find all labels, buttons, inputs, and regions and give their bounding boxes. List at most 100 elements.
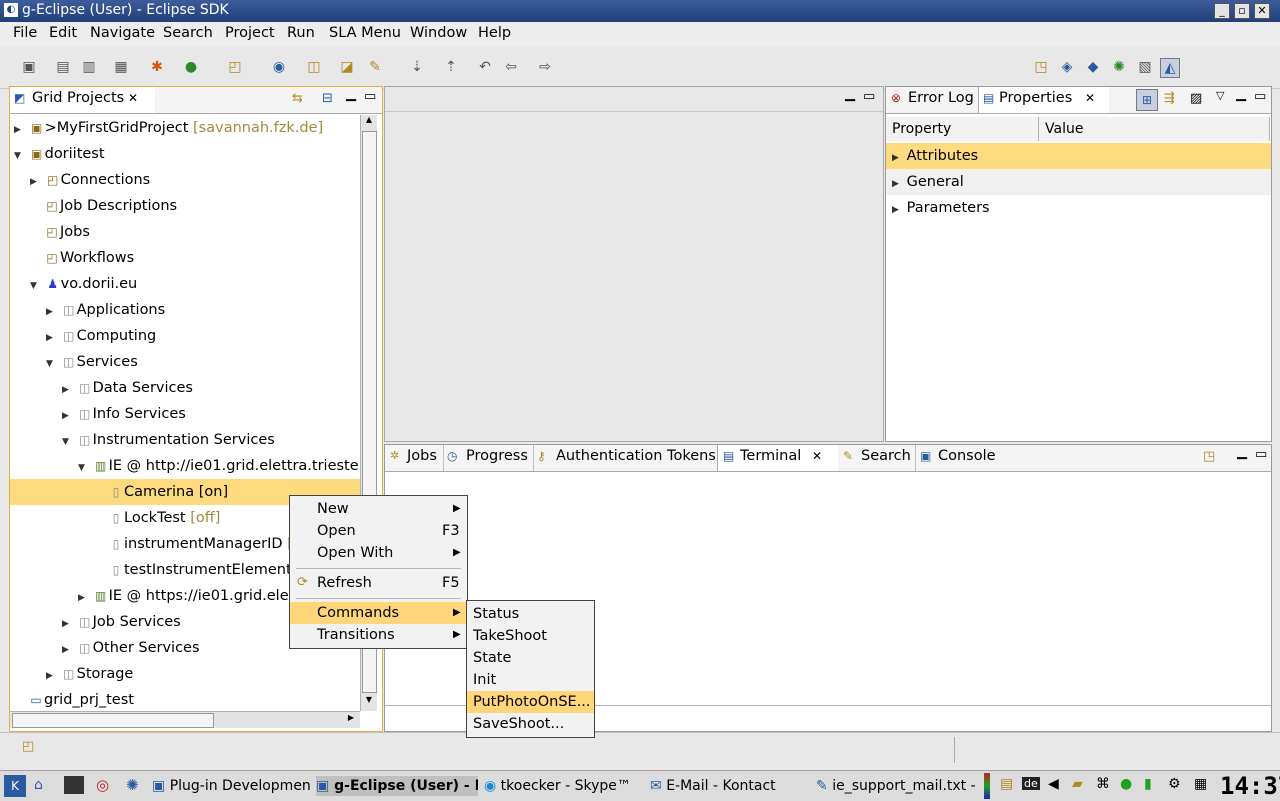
submenu-item-status[interactable]: Status — [467, 603, 594, 625]
wand-icon[interactable]: ✎ — [366, 58, 384, 76]
column-property[interactable]: Property — [886, 117, 1039, 141]
tab-properties[interactable]: ▤ Properties ✕ — [978, 87, 1109, 113]
task-kontact[interactable]: ✉ E-Mail - Kontact — [650, 776, 810, 796]
tree-item[interactable]: ▼ ◫ Services — [46, 349, 138, 375]
close-icon[interactable]: ✕ — [1085, 91, 1095, 105]
open-terminal-icon[interactable]: ◳ — [1203, 449, 1215, 464]
minimize-view-icon[interactable]: ▁ — [1236, 87, 1246, 102]
open-perspective-icon[interactable]: ◳ — [1032, 58, 1050, 76]
folder-open-icon[interactable]: ◪ — [338, 58, 356, 76]
tab-terminal[interactable]: ▤ Terminal ✕ — [717, 445, 838, 471]
terminal-launcher-icon[interactable] — [64, 776, 84, 794]
property-row-attributes[interactable]: ▶ Attributes — [886, 143, 1271, 169]
tab-grid-projects[interactable]: ◩ Grid Projects ✕ — [10, 87, 155, 113]
klipper-icon[interactable]: ▤ — [1000, 776, 1013, 792]
tree-item[interactable]: ▯instrumentManagerID [o — [108, 531, 302, 557]
menu-project[interactable]: Project — [225, 25, 275, 41]
tree-item[interactable]: ▼ ▥ IE @ http://ie01.grid.elettra.trieste… — [78, 453, 360, 479]
perspective-user-icon[interactable]: ◈ — [1058, 58, 1076, 76]
save-icon[interactable]: ▤ — [54, 58, 72, 76]
tab-error-log[interactable]: ⊗ Error Log — [886, 87, 978, 113]
tree-item[interactable]: ▶ ▥ IE @ https://ie01.grid.elett — [78, 583, 300, 609]
tree-item[interactable]: ◰ Jobs — [44, 219, 90, 245]
maximize-editor-icon[interactable]: ▭ — [863, 89, 875, 104]
new-icon[interactable]: ▣ — [20, 58, 38, 76]
menu-search[interactable]: Search — [163, 25, 213, 41]
globe-icon[interactable]: ◉ — [270, 58, 288, 76]
open-type-icon[interactable]: ◰ — [226, 58, 244, 76]
view-menu-icon[interactable]: ▽ — [1216, 89, 1224, 102]
menu-run[interactable]: Run — [287, 25, 315, 41]
task-g-eclipse[interactable]: ▣ g-Eclipse (User) - Ec — [316, 776, 478, 796]
print-icon[interactable]: ▥ — [80, 58, 98, 76]
restore-default-icon[interactable]: ▨ — [1190, 91, 1202, 106]
perspective-grid-icon[interactable]: ◭ — [1160, 58, 1180, 78]
column-value[interactable]: Value — [1039, 117, 1270, 141]
menu-item-new[interactable]: New ▶ — [290, 498, 467, 520]
submenu-item-state[interactable]: State — [467, 647, 594, 669]
maximize-view-icon[interactable]: ▭ — [1254, 89, 1266, 104]
tab-authentication-tokens[interactable]: ⚷ Authentication Tokens — [533, 445, 718, 471]
status-ok-icon[interactable]: ● — [1120, 776, 1132, 792]
minimize-button[interactable]: _ — [1214, 3, 1230, 19]
tree-item[interactable]: ▯ testInstrumentElement — [108, 557, 292, 583]
tree-item[interactable]: ▶ ▣ >MyFirstGridProject [savannah.fzk.de] — [14, 115, 323, 141]
horizontal-scrollbar[interactable]: ▶ — [10, 711, 360, 728]
home-icon[interactable]: ⌂ — [34, 777, 43, 793]
run-icon[interactable]: ● — [182, 58, 200, 76]
tree-item[interactable]: ▼ ◫ Instrumentation Services — [62, 427, 275, 453]
minimize-editor-icon[interactable]: ▁ — [845, 87, 855, 102]
tree-item[interactable]: ◰ Workflows — [44, 245, 134, 271]
task-skype[interactable]: ◉ tkoecker - Skype™ — [484, 776, 642, 796]
task-kate[interactable]: ✎ ie_support_mail.txt - K — [816, 776, 976, 796]
clipboard-icon[interactable]: ▦ — [1194, 776, 1207, 792]
maximize-view-icon[interactable]: ▭ — [1255, 447, 1267, 462]
menu-item-open[interactable]: Open F3 — [290, 520, 467, 542]
keyboard-layout[interactable]: de — [1022, 777, 1040, 790]
tab-search[interactable]: ✎ Search — [841, 445, 913, 471]
task-plugin-development[interactable]: ▣ Plug-in Development — [152, 776, 310, 796]
volume-icon[interactable]: ◀ — [1048, 776, 1059, 792]
tree-item[interactable]: ▶ ◫ Computing — [46, 323, 156, 349]
menu-sla[interactable]: SLA Menu — [329, 25, 401, 41]
back-icon[interactable]: ⇦ — [502, 58, 520, 76]
scroll-down-icon[interactable]: ▼ — [362, 695, 376, 709]
tree-item[interactable]: ▭ grid_prj_test — [28, 687, 134, 711]
battery-icon[interactable]: ▮ — [1144, 776, 1152, 792]
settings-icon[interactable]: ✺ — [126, 776, 139, 794]
tree-item[interactable]: ▯ LockTest [off] — [108, 505, 221, 531]
tree-item[interactable]: ▼ ♟ vo.dorii.eu — [30, 271, 137, 297]
tree-item[interactable]: ▶ ◰ Connections — [30, 167, 150, 193]
submenu-item-init[interactable]: Init — [467, 669, 594, 691]
menu-file[interactable]: File — [13, 25, 37, 41]
binary-icon[interactable]: ▦ — [112, 58, 130, 76]
next-annotation-icon[interactable]: ⇣ — [408, 58, 426, 76]
submenu-item-saveshoot[interactable]: SaveShoot... — [467, 713, 594, 735]
menu-item-refresh[interactable]: ⟳ Refresh F5 — [290, 572, 467, 594]
folder-icon[interactable]: ◫ — [305, 58, 323, 76]
menu-navigate[interactable]: Navigate — [90, 25, 155, 41]
tree-item[interactable]: ▶ ◫ Other Services — [62, 635, 200, 661]
network-icon[interactable]: ⌘ — [1096, 776, 1110, 792]
minimize-view-icon[interactable]: ▁ — [1237, 445, 1247, 460]
tab-console[interactable]: ▣ Console — [915, 445, 1000, 471]
tree-item[interactable]: ◰ Job Descriptions — [44, 193, 177, 219]
clock[interactable]: 14:37 — [1220, 772, 1280, 800]
tree-item[interactable]: ▶ ◫ Data Services — [62, 375, 193, 401]
tab-progress[interactable]: ◷ Progress — [443, 445, 534, 471]
menu-item-commands[interactable]: Commands ▶ — [290, 602, 467, 624]
fast-view-icon[interactable]: ◰ — [22, 739, 34, 754]
menu-window[interactable]: Window — [410, 25, 467, 41]
maximize-view-icon[interactable]: ▭ — [364, 89, 376, 104]
scroll-right-icon[interactable]: ▶ — [344, 713, 358, 727]
show-categories-icon[interactable]: ⊞ — [1136, 89, 1158, 111]
menu-edit[interactable]: Edit — [49, 25, 77, 41]
debug-icon[interactable]: ✱ — [148, 58, 166, 76]
last-edit-icon[interactable]: ↶ — [476, 58, 494, 76]
tree-item[interactable]: ▶ ◫ Applications — [46, 297, 165, 323]
menu-help[interactable]: Help — [478, 25, 511, 41]
forward-icon[interactable]: ⇨ — [536, 58, 554, 76]
tree-item[interactable]: ▶ ◫ Info Services — [62, 401, 186, 427]
close-button[interactable]: ✕ — [1254, 3, 1270, 19]
perspective-debug-icon[interactable]: ✺ — [1110, 58, 1128, 76]
